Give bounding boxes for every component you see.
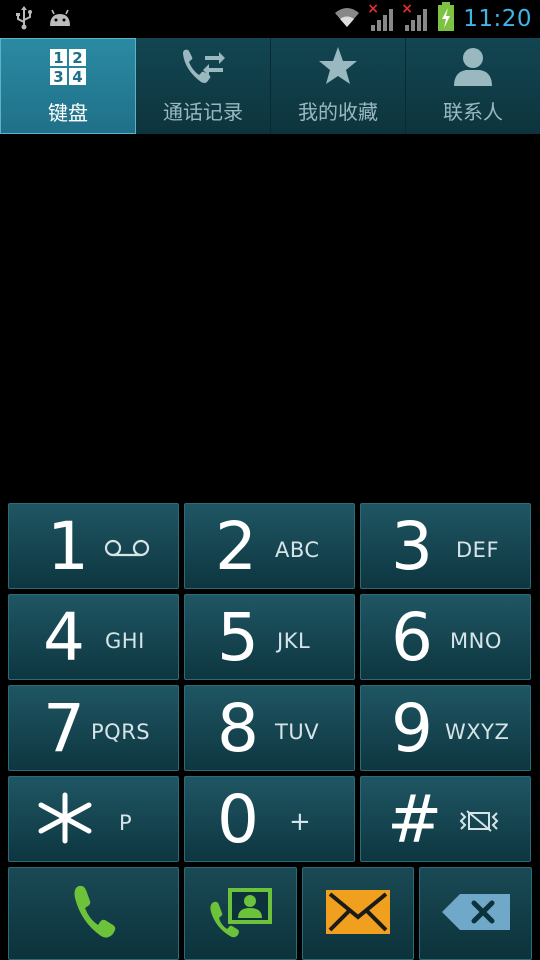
key-4[interactable]: 4 GHI bbox=[8, 594, 179, 680]
key-1[interactable]: 1 bbox=[8, 503, 179, 589]
key-digit: 9 bbox=[391, 690, 433, 767]
battery-charging-icon bbox=[437, 2, 455, 36]
key-letters: TUV bbox=[275, 720, 320, 744]
key-digit: 4 bbox=[43, 599, 85, 676]
key-2[interactable]: 2 ABC bbox=[184, 503, 355, 589]
signal-no-sim-icon: × bbox=[367, 1, 395, 33]
clock: 11:20 bbox=[463, 6, 532, 32]
key-5[interactable]: 5 JKL bbox=[184, 594, 355, 680]
phone-icon bbox=[71, 884, 117, 944]
key-hash[interactable]: # bbox=[360, 776, 531, 862]
asterisk-icon bbox=[35, 777, 95, 872]
tab-call-log[interactable]: 通话记录 bbox=[136, 38, 271, 134]
tab-contacts[interactable]: 联系人 bbox=[406, 38, 540, 134]
key-digit: 6 bbox=[391, 599, 433, 676]
key-letters: ABC bbox=[275, 538, 320, 562]
tab-label: 通话记录 bbox=[163, 100, 243, 124]
delete-button[interactable] bbox=[419, 867, 532, 960]
key-3[interactable]: 3 DEF bbox=[360, 503, 531, 589]
envelope-icon bbox=[325, 889, 391, 939]
status-bar: × × 11:20 bbox=[0, 0, 540, 38]
contact-call-icon bbox=[208, 884, 274, 944]
call-button[interactable] bbox=[8, 867, 179, 960]
tab-label: 我的收藏 bbox=[298, 100, 378, 124]
key-digit: 7 bbox=[43, 690, 85, 767]
tab-bar: 1 2 3 4 键盘 通话记录 我的收藏 联系人 bbox=[0, 38, 540, 134]
wifi-icon bbox=[333, 5, 361, 33]
key-letters: MNO bbox=[450, 629, 502, 653]
key-9[interactable]: 9 WXYZ bbox=[360, 685, 531, 771]
key-letters: JKL bbox=[277, 629, 311, 653]
star-icon bbox=[318, 46, 358, 86]
svg-text:4: 4 bbox=[72, 68, 82, 86]
key-letters: + bbox=[289, 807, 312, 837]
backspace-icon bbox=[440, 892, 512, 936]
number-display[interactable] bbox=[0, 134, 540, 502]
voicemail-icon bbox=[103, 538, 151, 563]
tab-favorites[interactable]: 我的收藏 bbox=[271, 38, 406, 134]
key-letters: PQRS bbox=[91, 720, 151, 744]
key-letters: P bbox=[119, 811, 133, 835]
usb-icon bbox=[14, 6, 34, 34]
key-letters: DEF bbox=[456, 538, 500, 562]
key-digit: 5 bbox=[217, 599, 259, 676]
key-letters: WXYZ bbox=[445, 720, 510, 744]
key-7[interactable]: 7 PQRS bbox=[8, 685, 179, 771]
android-icon bbox=[48, 8, 72, 32]
key-digit: 0 bbox=[217, 781, 259, 858]
video-call-contacts-button[interactable] bbox=[184, 867, 297, 960]
key-star[interactable]: P bbox=[8, 776, 179, 862]
message-button[interactable] bbox=[302, 867, 414, 960]
key-digit: # bbox=[387, 781, 443, 858]
action-bar bbox=[8, 867, 533, 960]
vibrate-mute-icon bbox=[457, 807, 501, 840]
key-6[interactable]: 6 MNO bbox=[360, 594, 531, 680]
svg-text:2: 2 bbox=[72, 49, 82, 67]
key-digit: 3 bbox=[391, 508, 433, 585]
key-digit: 8 bbox=[217, 690, 259, 767]
key-digit: 2 bbox=[215, 508, 257, 585]
svg-text:1: 1 bbox=[53, 49, 63, 67]
key-0[interactable]: 0 + bbox=[184, 776, 355, 862]
tab-label: 键盘 bbox=[48, 101, 88, 125]
call-log-icon bbox=[181, 46, 225, 86]
tab-keypad[interactable]: 1 2 3 4 键盘 bbox=[0, 38, 136, 134]
tab-label: 联系人 bbox=[443, 100, 503, 124]
key-8[interactable]: 8 TUV bbox=[184, 685, 355, 771]
dial-pad: 1 2 ABC 3 DEF 4 GHI 5 JKL 6 MNO 7 PQRS 8… bbox=[8, 503, 533, 867]
person-icon bbox=[452, 46, 494, 86]
key-digit: 1 bbox=[47, 508, 89, 585]
signal-no-sim-icon: × bbox=[401, 1, 429, 33]
keypad-icon: 1 2 3 4 bbox=[49, 47, 87, 87]
svg-text:3: 3 bbox=[53, 68, 63, 86]
key-letters: GHI bbox=[105, 629, 145, 653]
